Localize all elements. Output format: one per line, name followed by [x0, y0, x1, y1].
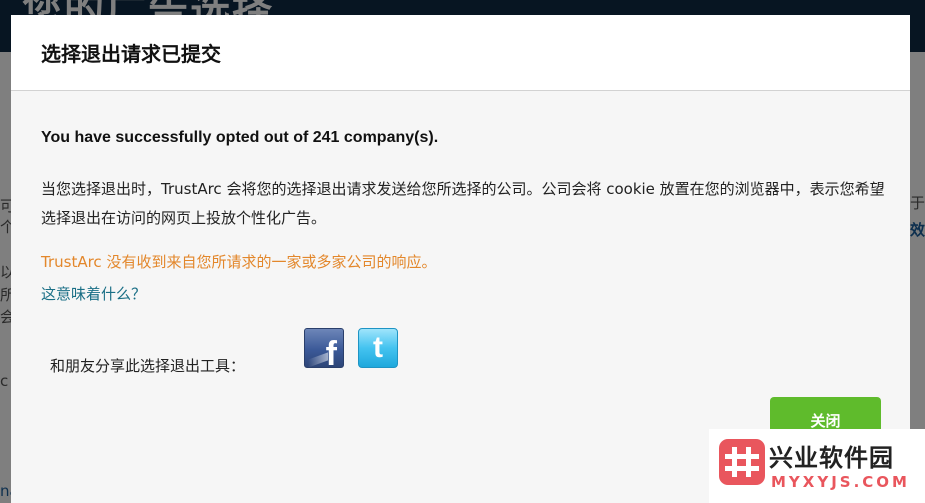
- facebook-icon: f: [325, 335, 337, 368]
- twitter-icon: t: [373, 331, 383, 364]
- watermark-logo-icon: [719, 439, 765, 485]
- site-watermark: 兴业软件园 MYXYJS.COM: [709, 429, 925, 503]
- facebook-share-button[interactable]: f: [304, 328, 344, 368]
- share-label: 和朋友分享此选择退出工具：: [50, 357, 246, 375]
- twitter-share-button[interactable]: t: [358, 328, 398, 368]
- dialog-header: 选择退出请求已提交: [11, 15, 910, 91]
- opt-out-description: 当您选择退出时，TrustArc 会将您的选择退出请求发送给您所选择的公司。公司…: [41, 180, 885, 227]
- what-does-this-mean-link[interactable]: 这意味着什么？: [41, 283, 146, 304]
- no-response-warning: TrustArc 没有收到来自您所请求的一家或多家公司的响应。: [41, 253, 437, 271]
- dialog-title: 选择退出请求已提交: [41, 42, 221, 66]
- watermark-title: 兴业软件园: [769, 444, 894, 472]
- watermark-subtitle: MYXYJS.COM: [771, 473, 910, 491]
- success-message: You have successfully opted out of 241 c…: [41, 129, 439, 146]
